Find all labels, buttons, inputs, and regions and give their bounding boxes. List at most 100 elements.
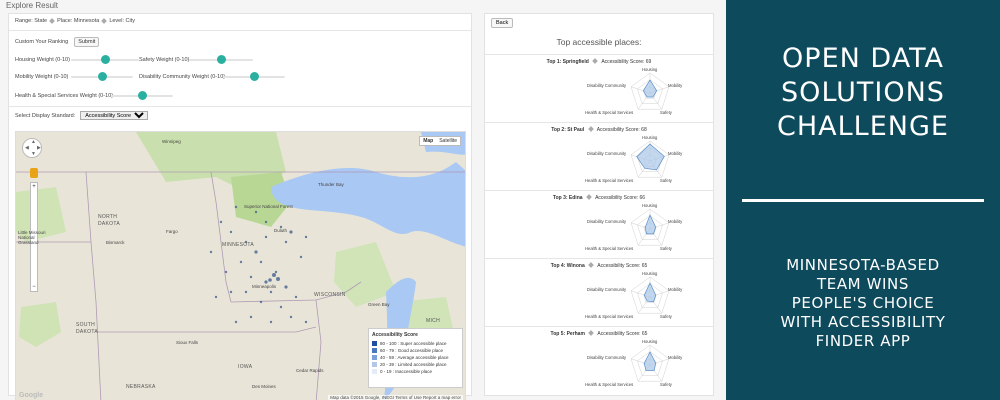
zoom-out-icon[interactable]: − [31, 283, 37, 291]
weight-label-health: Health & Special Services Weight (0-10) [15, 93, 114, 99]
legend-swatch [372, 362, 377, 367]
page-title: Explore Result [6, 1, 59, 10]
health-weight-slider[interactable] [111, 90, 173, 102]
result-card[interactable]: Top 1: Springfield Accessibility Score: … [485, 54, 713, 122]
display-standard-select[interactable]: Accessibility Score [80, 111, 149, 120]
chevron-icon [49, 18, 55, 24]
breadcrumb-place[interactable]: Place: Minnesota [57, 18, 99, 24]
promo-subhead: MINNESOTA-BASED TEAM WINS PEOPLE'S CHOIC… [726, 256, 1000, 351]
app-screen: Explore Result Range: State Place: Minne… [0, 0, 726, 400]
submit-button[interactable]: Submit [74, 37, 100, 47]
legend-item: 60 - 79 : Good accessible place [372, 347, 459, 354]
breadcrumb-range[interactable]: Range: State [15, 18, 47, 24]
map-label-fargo: Fargo [166, 229, 178, 234]
promo-headline-line: CHALLENGE [777, 111, 949, 142]
legend-label: 40 - 59 : Average accessible place [380, 355, 449, 360]
axis-label-health: Health & Special Services [585, 178, 634, 183]
results-title: Top accessible places: [556, 37, 642, 47]
divider [9, 30, 471, 31]
result-card[interactable]: Top 3: Edina Accessibility Score: 66 Hous… [485, 190, 713, 258]
radar-shape [643, 282, 657, 303]
settings-panel: Range: State Place: Minnesota Level: Cit… [8, 13, 472, 400]
slider-thumb[interactable] [249, 72, 259, 81]
safety-weight-slider[interactable] [189, 54, 253, 66]
legend-label: 60 - 79 : Good accessible place [380, 348, 444, 353]
legend-label: 20 - 39 : Limited accessible place [380, 362, 447, 367]
map-label-des-moines: Des Moines [252, 384, 276, 389]
promo-subhead-line: WITH ACCESSIBILITY [780, 313, 946, 331]
promo-subhead-line: MINNESOTA-BASED [786, 256, 940, 274]
map-label-cedar-rapids: Cedar Rapids [296, 368, 324, 373]
pan-down-icon[interactable]: ▼ [31, 152, 36, 157]
chevron-icon [101, 18, 108, 24]
zoom-in-icon[interactable]: + [31, 183, 37, 191]
back-button[interactable]: Back [491, 18, 514, 28]
pan-up-icon[interactable]: ▲ [31, 140, 36, 145]
map-label-winnipeg: Winnipeg [162, 139, 181, 144]
breadcrumb-level[interactable]: Level: City [109, 18, 135, 24]
promo-banner: OPEN DATA SOLUTIONS CHALLENGE MINNESOTA-… [726, 0, 1000, 400]
slider-thumb[interactable] [97, 72, 107, 81]
legend-item: 0 - 19 : Inaccessible place [372, 368, 459, 375]
result-card[interactable]: Top 5: Perham Accessibility Score: 65 Hou… [485, 326, 713, 394]
radar-shape [642, 79, 658, 98]
map-legend: Accessibility Score 80 - 100 : Super acc… [368, 328, 463, 388]
map-type-satellite-button[interactable]: Satellite [436, 137, 460, 145]
promo-subhead-line: FINDER APP [815, 332, 911, 350]
map-label-green-bay: Green Bay [368, 302, 390, 307]
axis-label-disability: Disability Community [587, 151, 627, 156]
map-type-map-button[interactable]: Map [420, 137, 436, 145]
axis-label-health: Health & Special Services [585, 110, 634, 115]
promo-headline-line: OPEN DATA [782, 43, 944, 74]
map-label-north-dakota: NORTH DAKOTA [98, 214, 120, 227]
weight-label-housing: Housing Weight (0-10) [15, 57, 70, 63]
legend-swatch [372, 355, 377, 360]
axis-label-mobility: Mobility [668, 83, 683, 88]
axis-label-disability: Disability Community [587, 219, 627, 224]
axis-label-disability: Disability Community [587, 287, 627, 292]
ranking-row: Custom Your Ranking Submit [15, 37, 100, 47]
pan-left-icon[interactable]: ◀ [25, 146, 29, 151]
mobility-weight-slider[interactable] [71, 71, 133, 83]
ranking-label: Custom Your Ranking [15, 39, 69, 45]
pan-control[interactable]: ▲ ▼ ◀ ▶ [22, 138, 42, 158]
map-label-minneapolis: Minneapolis [252, 284, 277, 289]
display-standard-row: Select Display Standard: Accessibility S… [15, 111, 149, 120]
axis-label-housing: Housing [642, 67, 658, 72]
result-card[interactable]: Top 2: St Paul Accessibility Score: 68 Ho… [485, 122, 713, 190]
legend-item: 80 - 100 : Super accessible place [372, 340, 459, 347]
weight-label-mobility: Mobility Weight (0-10) [15, 74, 69, 80]
map-label-duluth: Duluth [274, 228, 288, 233]
map-label-minnesota: MINNESOTA [222, 242, 255, 248]
axis-label-safety: Safety [660, 246, 672, 251]
slider-thumb[interactable] [216, 55, 226, 64]
legend-title: Accessibility Score [372, 332, 418, 338]
map-label-bismarck: Bismarck [106, 240, 125, 245]
slider-thumb[interactable] [100, 55, 110, 64]
axis-label-safety: Safety [660, 382, 672, 387]
map-view[interactable]: Map Satellite ▲ ▼ ◀ ▶ + − Winnipeg NORTH… [15, 131, 466, 400]
result-card[interactable]: Top 4: Winona Accessibility Score: 65 Hou… [485, 258, 713, 326]
housing-weight-slider[interactable] [71, 54, 139, 66]
axis-label-safety: Safety [660, 110, 672, 115]
legend-label: 80 - 100 : Super accessible place [380, 341, 447, 346]
pegman-icon[interactable] [30, 168, 38, 178]
weight-label-disability: Disability Community Weight (0-10) [139, 74, 226, 80]
axis-label-mobility: Mobility [668, 151, 683, 156]
axis-label-disability: Disability Community [587, 355, 627, 360]
axis-label-housing: Housing [642, 203, 658, 208]
axis-label-housing: Housing [642, 271, 658, 276]
pan-right-icon[interactable]: ▶ [37, 146, 41, 151]
legend-swatch [372, 369, 377, 374]
legend-label: 0 - 19 : Inaccessible place [380, 369, 433, 374]
legend-item: 40 - 59 : Average accessible place [372, 354, 459, 361]
legend-swatch [372, 341, 377, 346]
breadcrumb: Range: State Place: Minnesota Level: Cit… [15, 18, 135, 24]
promo-headline: OPEN DATA SOLUTIONS CHALLENGE [726, 42, 1000, 144]
divider [9, 106, 471, 107]
google-logo: Google [19, 392, 44, 399]
map-label-iowa: IOWA [238, 364, 253, 370]
map-attribution[interactable]: Map data ©2015 Google, INEGI Terms of Us… [328, 395, 463, 400]
slider-thumb[interactable] [137, 91, 147, 100]
disability-weight-slider[interactable] [223, 71, 285, 83]
